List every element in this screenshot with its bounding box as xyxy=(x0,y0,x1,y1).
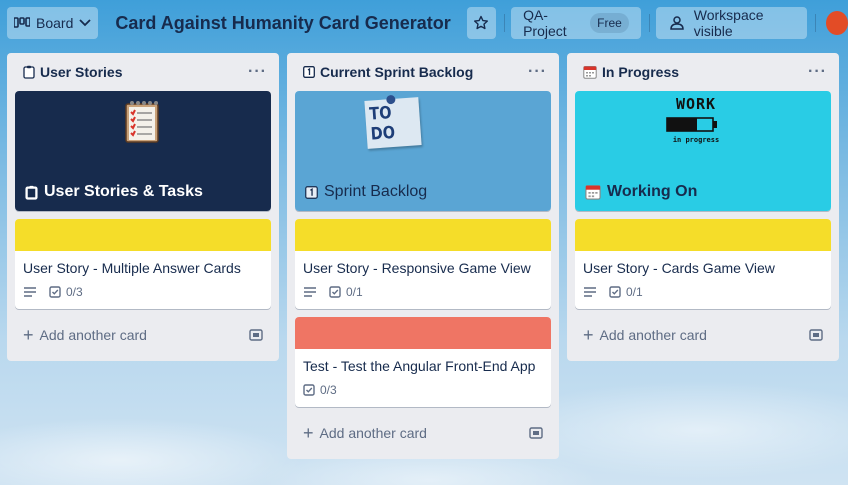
progress-bar-sketch-icon xyxy=(666,117,717,132)
board-title[interactable]: Card Against Humanity Card Generator xyxy=(115,13,450,34)
card-color-cover xyxy=(295,317,551,349)
checkbox-icon xyxy=(329,286,341,298)
star-button[interactable] xyxy=(466,7,497,39)
add-card-label: Add another card xyxy=(599,327,707,343)
list-card[interactable]: Test - Test the Angular Front-End App 0/… xyxy=(295,317,551,407)
cover-card[interactable]: User Stories & Tasks xyxy=(15,91,271,211)
card-color-cover xyxy=(575,219,831,251)
board-view-label: Board xyxy=(36,15,74,31)
todo-sticker: TO DO xyxy=(364,94,422,149)
card-title: User Story - Multiple Answer Cards xyxy=(23,260,241,276)
card-title: Sprint Backlog xyxy=(324,183,428,200)
add-card-button[interactable]: + Add another card xyxy=(575,317,831,353)
list-menu-button[interactable]: ··· xyxy=(808,63,827,81)
header-divider xyxy=(815,14,816,32)
checkbox-icon xyxy=(303,384,315,396)
plus-icon: + xyxy=(303,423,314,443)
visibility-label: Workspace visible xyxy=(693,7,764,39)
sticker-text: TO DO xyxy=(368,103,396,145)
plus-icon: + xyxy=(583,325,594,345)
plus-icon: + xyxy=(23,325,34,345)
list-title: In Progress xyxy=(602,64,680,80)
clipboard-icon xyxy=(23,65,35,79)
list-menu-button[interactable]: ··· xyxy=(528,63,547,81)
list-title: User Stories xyxy=(40,64,123,80)
header-divider xyxy=(504,14,506,32)
description-icon xyxy=(303,286,317,298)
checklist-count: 0/3 xyxy=(320,383,337,397)
work-in-progress-sketch: WORK in progress xyxy=(665,95,727,147)
board-icon xyxy=(14,17,30,29)
checklist-count: 0/3 xyxy=(66,285,83,299)
card-title: Test - Test the Angular Front-End App xyxy=(303,358,536,374)
checklist-count: 0/1 xyxy=(346,285,363,299)
add-card-label: Add another card xyxy=(39,327,147,343)
description-icon xyxy=(583,286,597,298)
board-header: Board Card Against Humanity Card Generat… xyxy=(0,0,848,46)
visibility-button[interactable]: Workspace visible xyxy=(655,7,808,39)
checklist-badge: 0/1 xyxy=(609,285,643,299)
card-cover-image: WORK in progress Working On xyxy=(575,91,831,211)
card-cover-image: TO DO Sprint Backlog xyxy=(295,91,551,211)
list-in-progress: In Progress ··· WORK in progress Working… xyxy=(567,53,839,361)
list-card[interactable]: User Story - Multiple Answer Cards 0/3 xyxy=(15,219,271,309)
list-header[interactable]: Current Sprint Backlog ··· xyxy=(295,53,551,91)
checklist-badge: 0/3 xyxy=(49,285,83,299)
checkbox-icon xyxy=(49,286,61,298)
card-template-icon[interactable] xyxy=(809,329,823,341)
card-title: User Story - Cards Game View xyxy=(583,260,775,276)
add-card-button[interactable]: + Add another card xyxy=(15,317,271,353)
list-header[interactable]: User Stories ··· xyxy=(15,53,271,91)
checklist-badge: 0/3 xyxy=(303,383,337,397)
board-view-switcher[interactable]: Board xyxy=(7,7,99,39)
list-current-sprint-backlog: Current Sprint Backlog ··· TO DO Sprint … xyxy=(287,53,559,459)
list-menu-button[interactable]: ··· xyxy=(248,63,267,81)
checkbox-icon xyxy=(609,286,621,298)
card-color-cover xyxy=(15,219,271,251)
workspace-button[interactable]: QA-Project Free xyxy=(511,7,641,39)
description-icon xyxy=(23,286,37,298)
add-card-button[interactable]: + Add another card xyxy=(295,415,551,451)
calendar-icon xyxy=(585,184,601,200)
sketch-text: WORK xyxy=(675,95,717,113)
avatar[interactable] xyxy=(825,11,848,35)
list-card[interactable]: User Story - Responsive Game View 0/1 xyxy=(295,219,551,309)
star-icon xyxy=(473,15,489,31)
list-header[interactable]: In Progress ··· xyxy=(575,53,831,91)
card-template-icon[interactable] xyxy=(249,329,263,341)
list-title: Current Sprint Backlog xyxy=(320,64,474,80)
card-title: User Stories & Tasks xyxy=(44,183,203,200)
number-one-icon xyxy=(303,66,315,78)
sketch-subtext: in progress xyxy=(672,136,720,144)
cover-card[interactable]: WORK in progress Working On xyxy=(575,91,831,211)
card-title: Working On xyxy=(607,183,698,200)
checklist-badge: 0/1 xyxy=(329,285,363,299)
notepad-checklist-icon xyxy=(122,99,164,145)
header-divider xyxy=(648,14,650,32)
card-title: User Story - Responsive Game View xyxy=(303,260,531,276)
cover-card[interactable]: TO DO Sprint Backlog xyxy=(295,91,551,211)
clipboard-icon xyxy=(25,185,38,200)
number-one-icon xyxy=(305,185,318,199)
card-color-cover xyxy=(295,219,551,251)
plan-badge: Free xyxy=(590,13,629,33)
card-cover-image: User Stories & Tasks xyxy=(15,91,271,211)
checklist-count: 0/1 xyxy=(626,285,643,299)
list-user-stories: User Stories ··· User Stories & Tasks Us… xyxy=(7,53,279,361)
card-template-icon[interactable] xyxy=(529,427,543,439)
calendar-icon xyxy=(583,65,597,79)
add-card-label: Add another card xyxy=(319,425,427,441)
list-card[interactable]: User Story - Cards Game View 0/1 xyxy=(575,219,831,309)
people-icon xyxy=(668,16,686,30)
workspace-name: QA-Project xyxy=(523,7,567,39)
chevron-down-icon xyxy=(79,19,91,27)
